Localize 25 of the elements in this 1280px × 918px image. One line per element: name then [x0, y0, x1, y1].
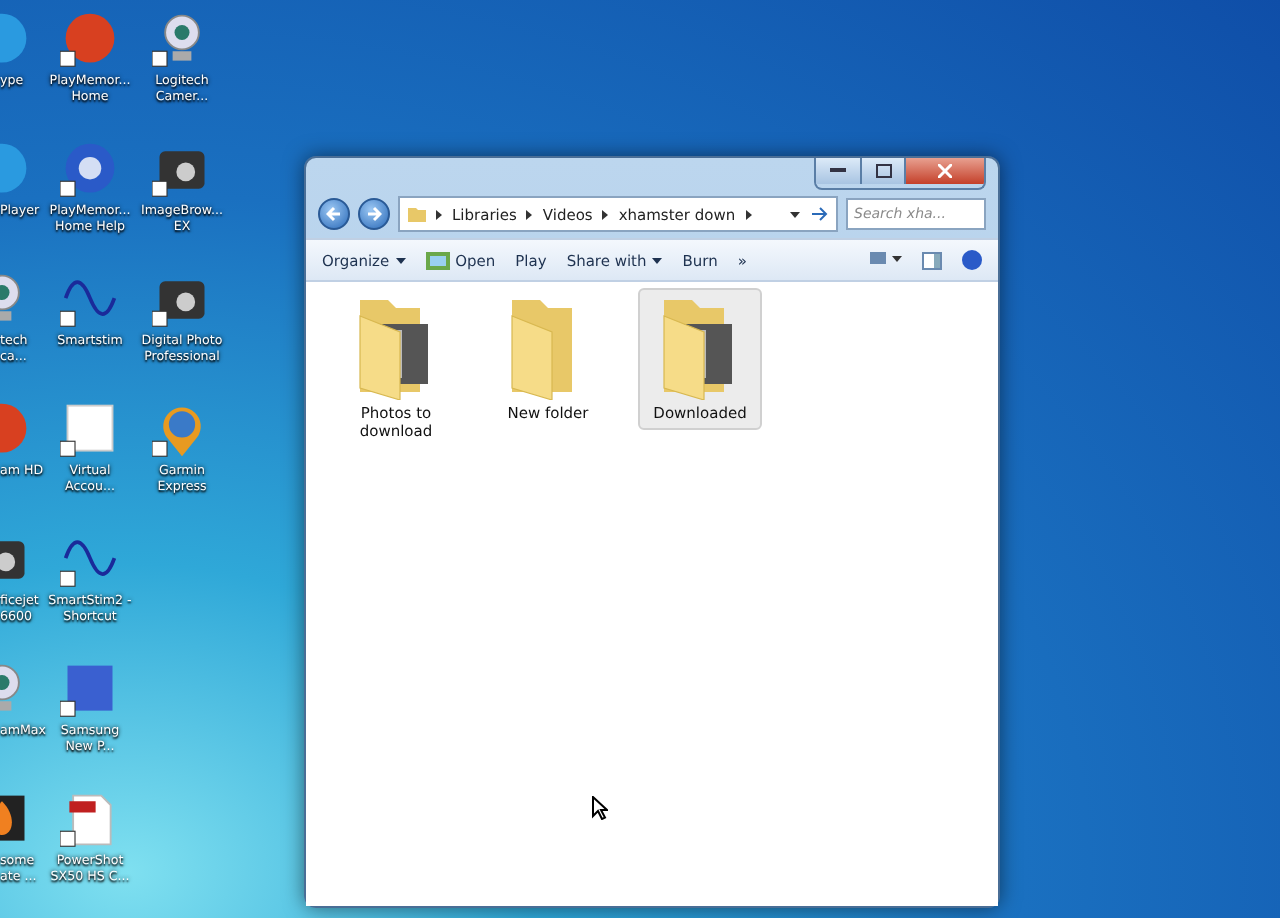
app-shortcut-icon[interactable]: [60, 10, 120, 70]
close-button[interactable]: [904, 158, 984, 184]
chevron-right-icon: [526, 209, 533, 219]
back-button[interactable]: [318, 198, 350, 230]
chevron-right-icon: [602, 209, 609, 219]
folder-icon: [408, 206, 426, 222]
caret-icon: [395, 257, 406, 263]
view-options-icon[interactable]: [870, 252, 902, 268]
minimize-icon: [830, 168, 846, 174]
preview-pane-icon[interactable]: [922, 251, 942, 269]
close-icon: [938, 164, 952, 178]
minimize-button[interactable]: [816, 158, 860, 184]
caret-icon[interactable]: [790, 211, 800, 217]
forward-arrow-icon: [366, 206, 382, 222]
refresh-icon[interactable]: [810, 206, 828, 222]
mouse-pointer-icon: [592, 796, 608, 820]
chevron-right-icon: [745, 209, 752, 219]
open-icon: [425, 251, 450, 269]
chevron-right-icon: [436, 209, 442, 219]
maximize-icon: [875, 164, 891, 178]
caret-icon: [652, 257, 663, 263]
forward-button[interactable]: [358, 198, 390, 230]
back-arrow-icon: [326, 206, 342, 222]
app-shortcut-icon[interactable]: [60, 140, 120, 200]
maximize-button[interactable]: [860, 158, 904, 184]
